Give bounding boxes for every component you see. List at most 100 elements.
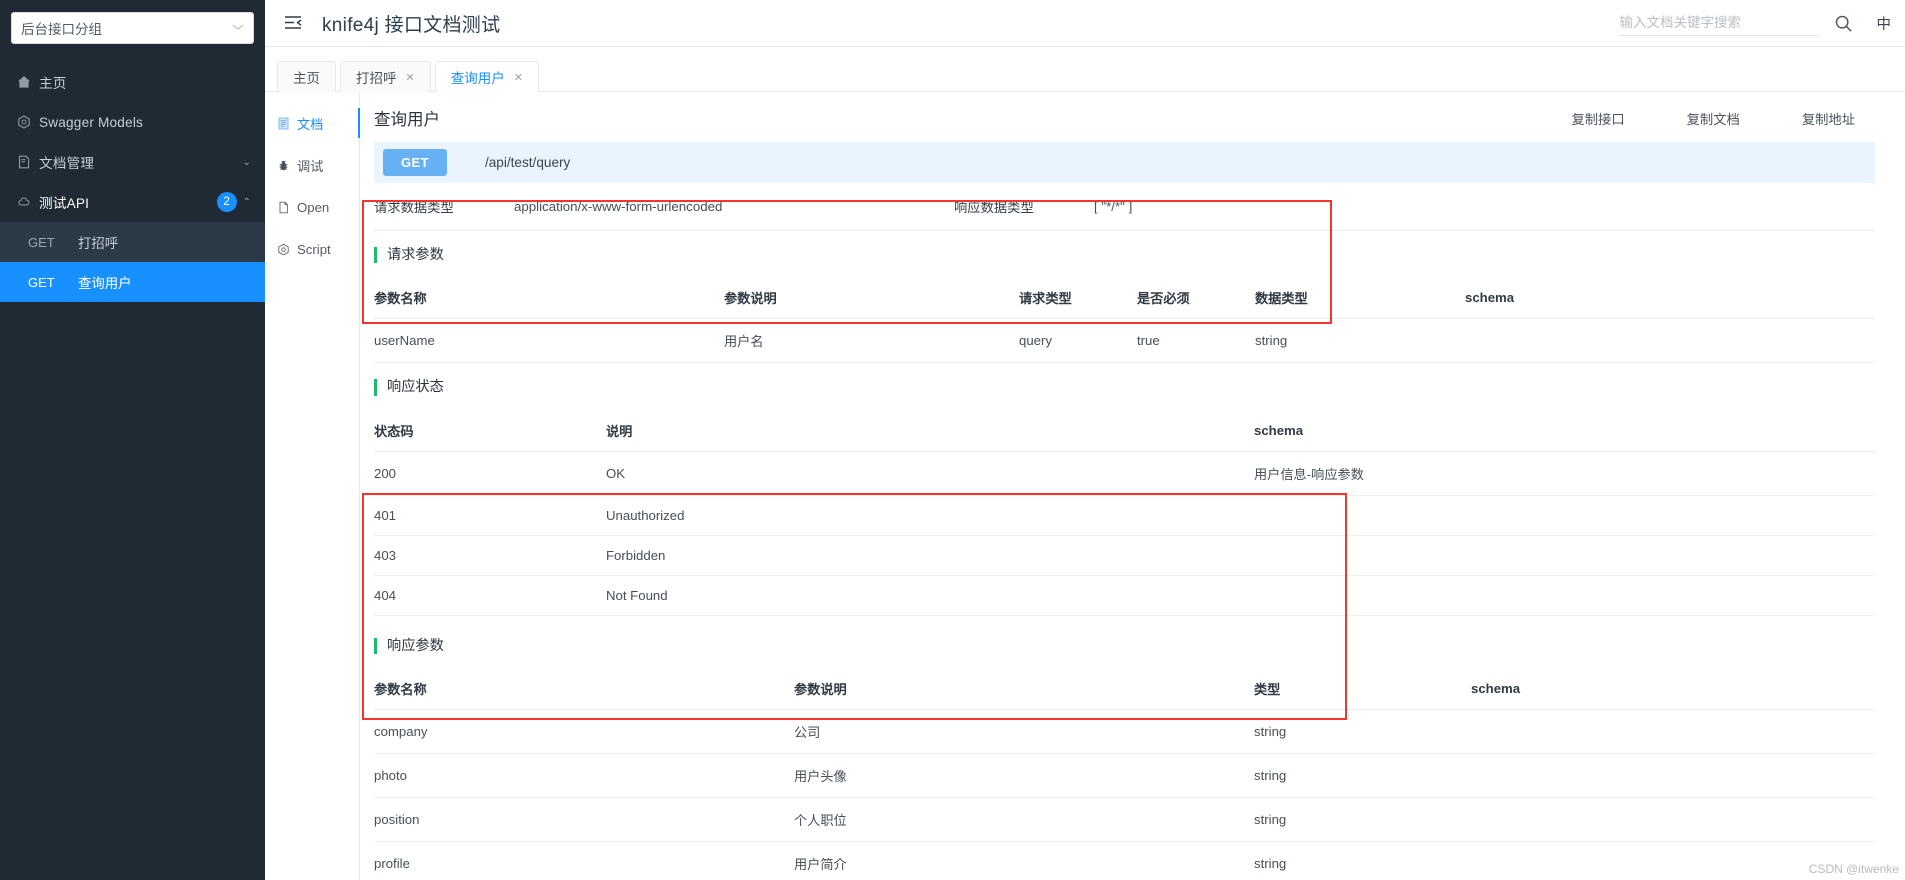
copy-address-button[interactable]: 复制地址 bbox=[1802, 109, 1855, 128]
resp-name: company bbox=[374, 709, 794, 753]
body-row: 文档 调试 Open bbox=[265, 92, 1905, 880]
subnav-item-script[interactable]: Script bbox=[265, 228, 359, 270]
col-status-schema: schema bbox=[1254, 410, 1875, 452]
copy-interface-button[interactable]: 复制接口 bbox=[1571, 109, 1624, 128]
table-row: position 个人职位 string bbox=[374, 797, 1875, 841]
sidebar-api-item-query-user[interactable]: GET 查询用户 bbox=[0, 262, 265, 302]
subnav-label: 调试 bbox=[297, 156, 323, 175]
topbar-right: 中 bbox=[1618, 11, 1905, 36]
subnav-item-open[interactable]: Open bbox=[265, 186, 359, 228]
topbar: knife4j 接口文档测试 中 bbox=[265, 0, 1905, 47]
sidebar-item-label: 文档管理 bbox=[39, 152, 243, 172]
table-header-row: 参数名称 参数说明 类型 schema bbox=[374, 668, 1875, 710]
resp-type: string bbox=[1254, 753, 1381, 797]
cloud-icon bbox=[17, 195, 39, 209]
section-title: 响应参数 bbox=[374, 638, 1875, 654]
sidebar-api-item-greet[interactable]: GET 打招呼 bbox=[0, 222, 265, 262]
status-desc: Forbidden bbox=[606, 535, 1254, 575]
response-status-section: 响应状态 状态码 说明 schema 200 OK bbox=[374, 379, 1875, 615]
table-header-row: 状态码 说明 schema bbox=[374, 410, 1875, 452]
subnav-item-doc[interactable]: 文档 bbox=[265, 102, 359, 144]
param-name: userName bbox=[374, 319, 724, 363]
status-desc: Unauthorized bbox=[606, 495, 1254, 535]
search-input[interactable] bbox=[1618, 11, 1818, 36]
chevron-up-icon[interactable]: ⌃ bbox=[243, 197, 251, 208]
menu-fold-icon[interactable] bbox=[283, 12, 305, 34]
tab-home[interactable]: 主页 bbox=[277, 61, 336, 92]
subnav-label: Open bbox=[297, 200, 329, 215]
param-desc: 用户名 bbox=[724, 319, 1019, 363]
bug-icon bbox=[277, 159, 297, 172]
doc-content-inner: 查询用户 复制接口 复制文档 复制地址 GET /api/test/query … bbox=[360, 92, 1905, 880]
chevron-down-icon bbox=[230, 21, 246, 36]
copy-document-button[interactable]: 复制文档 bbox=[1687, 109, 1740, 128]
sidebar: 后台接口分组 主页 Swagger Models bbox=[0, 0, 265, 880]
sidebar-item-doc-manage[interactable]: 文档管理 ⌄ bbox=[0, 142, 265, 182]
document-icon bbox=[17, 155, 39, 169]
sidebar-item-label: 测试API bbox=[39, 192, 217, 212]
status-desc: OK bbox=[606, 451, 1254, 495]
request-params-table: 参数名称 参数说明 请求类型 是否必须 数据类型 schema userName bbox=[374, 277, 1875, 363]
resp-desc: 个人职位 bbox=[794, 797, 1254, 841]
table-row: 404 Not Found bbox=[374, 575, 1875, 615]
language-toggle[interactable]: 中 bbox=[1877, 13, 1892, 34]
table-row: profile 用户简介 string bbox=[374, 841, 1875, 880]
tab-query-user[interactable]: 查询用户 ✕ bbox=[435, 61, 539, 92]
col-param-desc: 参数说明 bbox=[724, 277, 1019, 319]
api-name-label: 查询用户 bbox=[78, 272, 132, 292]
tab-greet[interactable]: 打招呼 ✕ bbox=[340, 61, 431, 92]
col-param-name: 参数名称 bbox=[374, 277, 724, 319]
resp-name: profile bbox=[374, 841, 794, 880]
param-required: true bbox=[1137, 319, 1255, 363]
request-type-label: 请求数据类型 bbox=[374, 197, 514, 216]
table-row: 403 Forbidden bbox=[374, 535, 1875, 575]
group-select-label: 后台接口分组 bbox=[21, 18, 232, 38]
http-method-badge: GET bbox=[383, 149, 447, 176]
doc-header: 查询用户 复制接口 复制文档 复制地址 bbox=[374, 106, 1875, 142]
search-wrap bbox=[1618, 11, 1818, 36]
chevron-down-icon[interactable]: ⌄ bbox=[243, 157, 251, 168]
table-row: 401 Unauthorized bbox=[374, 495, 1875, 535]
tab-label: 查询用户 bbox=[451, 67, 505, 87]
resp-type: string bbox=[1254, 841, 1381, 880]
tab-label: 打招呼 bbox=[356, 67, 397, 87]
resp-desc: 用户头像 bbox=[794, 753, 1254, 797]
tab-label: 主页 bbox=[293, 67, 320, 87]
tabbar: 主页 打招呼 ✕ 查询用户 ✕ bbox=[265, 47, 1905, 92]
request-params-section: 请求参数 参数名称 参数说明 请求类型 是否必须 数据类型 schema bbox=[374, 247, 1875, 363]
status-schema bbox=[1254, 575, 1875, 615]
api-name-label: 打招呼 bbox=[78, 232, 118, 252]
response-params-body: company 公司 string photo 用户头像 string bbox=[374, 709, 1875, 880]
sidebar-item-test-api[interactable]: 测试API 2 ⌃ bbox=[0, 182, 265, 222]
table-row: 200 OK 用户信息-响应参数 bbox=[374, 451, 1875, 495]
models-icon bbox=[17, 115, 39, 129]
col-resp-schema: schema bbox=[1381, 668, 1875, 710]
subnav-item-debug[interactable]: 调试 bbox=[265, 144, 359, 186]
resp-desc: 公司 bbox=[794, 709, 1254, 753]
response-status-table: 状态码 说明 schema 200 OK 用户信息-响应参数 bbox=[374, 410, 1875, 616]
group-select[interactable]: 后台接口分组 bbox=[11, 12, 254, 44]
resp-name: photo bbox=[374, 753, 794, 797]
status-desc: Not Found bbox=[606, 575, 1254, 615]
status-code: 401 bbox=[374, 495, 606, 535]
doc-content: 查询用户 复制接口 复制文档 复制地址 GET /api/test/query … bbox=[360, 92, 1905, 880]
sidebar-item-label: Swagger Models bbox=[39, 115, 251, 130]
doc-icon bbox=[277, 117, 297, 130]
table-header-row: 参数名称 参数说明 请求类型 是否必须 数据类型 schema bbox=[374, 277, 1875, 319]
param-in[interactable]: query bbox=[1019, 319, 1137, 363]
table-row: photo 用户头像 string bbox=[374, 753, 1875, 797]
sidebar-item-home[interactable]: 主页 bbox=[0, 62, 265, 102]
close-icon[interactable]: ✕ bbox=[406, 71, 415, 84]
watermark: CSDN @itwenke bbox=[1809, 862, 1899, 876]
sidebar-item-swagger-models[interactable]: Swagger Models bbox=[0, 102, 265, 142]
col-param-schema: schema bbox=[1375, 277, 1875, 319]
url-bar: GET /api/test/query bbox=[374, 142, 1875, 183]
status-schema: 用户信息-响应参数 bbox=[1254, 451, 1875, 495]
search-icon[interactable] bbox=[1834, 14, 1853, 33]
col-resp-desc: 参数说明 bbox=[794, 668, 1254, 710]
col-param-in: 请求类型 bbox=[1019, 277, 1137, 319]
status-code: 404 bbox=[374, 575, 606, 615]
subnav-label: 文档 bbox=[297, 114, 323, 133]
close-icon[interactable]: ✕ bbox=[514, 71, 523, 84]
table-row: company 公司 string bbox=[374, 709, 1875, 753]
